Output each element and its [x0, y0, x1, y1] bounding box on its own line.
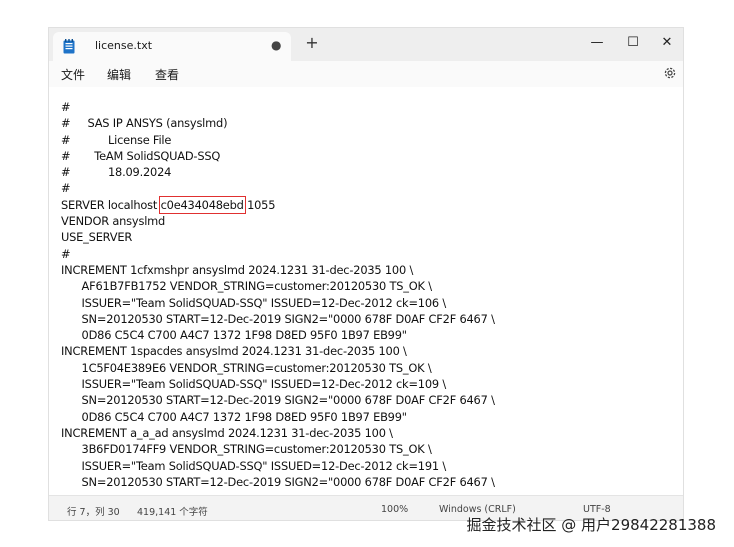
text-line: INCREMENT 1cfxmshpr ansyslmd 2024.1231 3… — [61, 262, 414, 277]
notepad-icon — [63, 39, 75, 54]
cursor-position: 行 7，列 30 — [67, 507, 120, 518]
text-line: 3B6FD0174FF9 VENDOR_STRING=customer:2012… — [61, 442, 432, 457]
text-line: ISSUER="Team SolidSQUAD-SSQ" ISSUED=12-D… — [61, 295, 447, 310]
text-line: 1C5F04E389E6 VENDOR_STRING=customer:2012… — [61, 360, 432, 375]
server-line: SERVER localhost c0e434048ebd 1055 — [61, 195, 495, 214]
text-line: VENDOR ansyslmd — [61, 214, 166, 229]
text-line: AF61B7FB1752 VENDOR_STRING=customer:2012… — [61, 279, 433, 294]
text-line: ISSUER="Team SolidSQUAD-SSQ" ISSUED=12-D… — [61, 377, 447, 392]
text-line: SN=20120530 START=12-Dec-2019 SIGN2="000… — [61, 393, 495, 408]
text-line: INCREMENT 1spacdes ansyslmd 2024.1231 31… — [61, 344, 407, 359]
text-line: SN=20120530 START=12-Dec-2019 SIGN2="000… — [61, 311, 495, 326]
text-line: # License File — [61, 132, 172, 147]
text-editor[interactable]: # # SAS IP ANSYS (ansyslmd) # License Fi… — [49, 87, 683, 495]
notepad-window: license.txt ● + — ☐ ✕ 文件 编辑 查看 # # SAS I… — [48, 27, 684, 521]
unsaved-indicator-icon[interactable]: ● — [271, 38, 281, 52]
host-id-highlight: c0e434048ebd — [158, 195, 246, 214]
minimize-button[interactable]: — — [577, 30, 617, 56]
char-count: 419,141 个字符 — [137, 507, 208, 518]
tab-license-txt[interactable]: license.txt ● — [53, 32, 291, 61]
server-prefix: SERVER localhost — [61, 197, 161, 212]
menu-view[interactable]: 查看 — [155, 66, 179, 83]
text-line: # TeAM SolidSQUAD-SSQ — [61, 148, 221, 163]
text-line: # 18.09.2024 — [61, 165, 172, 180]
text-line: ISSUER="Team SolidSQUAD-SSQ" ISSUED=12-D… — [61, 458, 447, 473]
text-line: # — [61, 246, 71, 261]
menu-bar: 文件 编辑 查看 — [49, 61, 683, 87]
menu-file[interactable]: 文件 — [61, 66, 85, 83]
title-bar: license.txt ● + — ☐ ✕ — [49, 28, 683, 61]
text-line: # — [61, 181, 71, 196]
text-line: 0D86 C5C4 C700 A4C7 1372 1F98 D8ED 95F0 … — [61, 328, 408, 343]
close-button[interactable]: ✕ — [647, 30, 683, 56]
watermark: 掘金技术社区 @ 用户29842281388 — [466, 516, 716, 534]
menu-edit[interactable]: 编辑 — [107, 66, 131, 83]
server-port: 1055 — [243, 197, 276, 212]
text-line: 0D86 C5C4 C700 A4C7 1372 1F98 D8ED 95F0 … — [61, 409, 408, 424]
text-line: # SAS IP ANSYS (ansyslmd) — [61, 116, 228, 131]
text-line: USE_SERVER — [61, 230, 133, 245]
text-line: SN=20120530 START=12-Dec-2019 SIGN2="000… — [61, 474, 495, 489]
tab-title: license.txt — [95, 39, 153, 52]
new-tab-button[interactable]: + — [302, 33, 322, 52]
zoom-level[interactable]: 100% — [381, 504, 408, 515]
text-line: # — [61, 100, 71, 114]
text-line: INCREMENT a_a_ad ansyslmd 2024.1231 31-d… — [61, 425, 393, 440]
gear-icon[interactable] — [663, 66, 677, 80]
editor-text: # # SAS IP ANSYS (ansyslmd) # License Fi… — [61, 99, 495, 490]
